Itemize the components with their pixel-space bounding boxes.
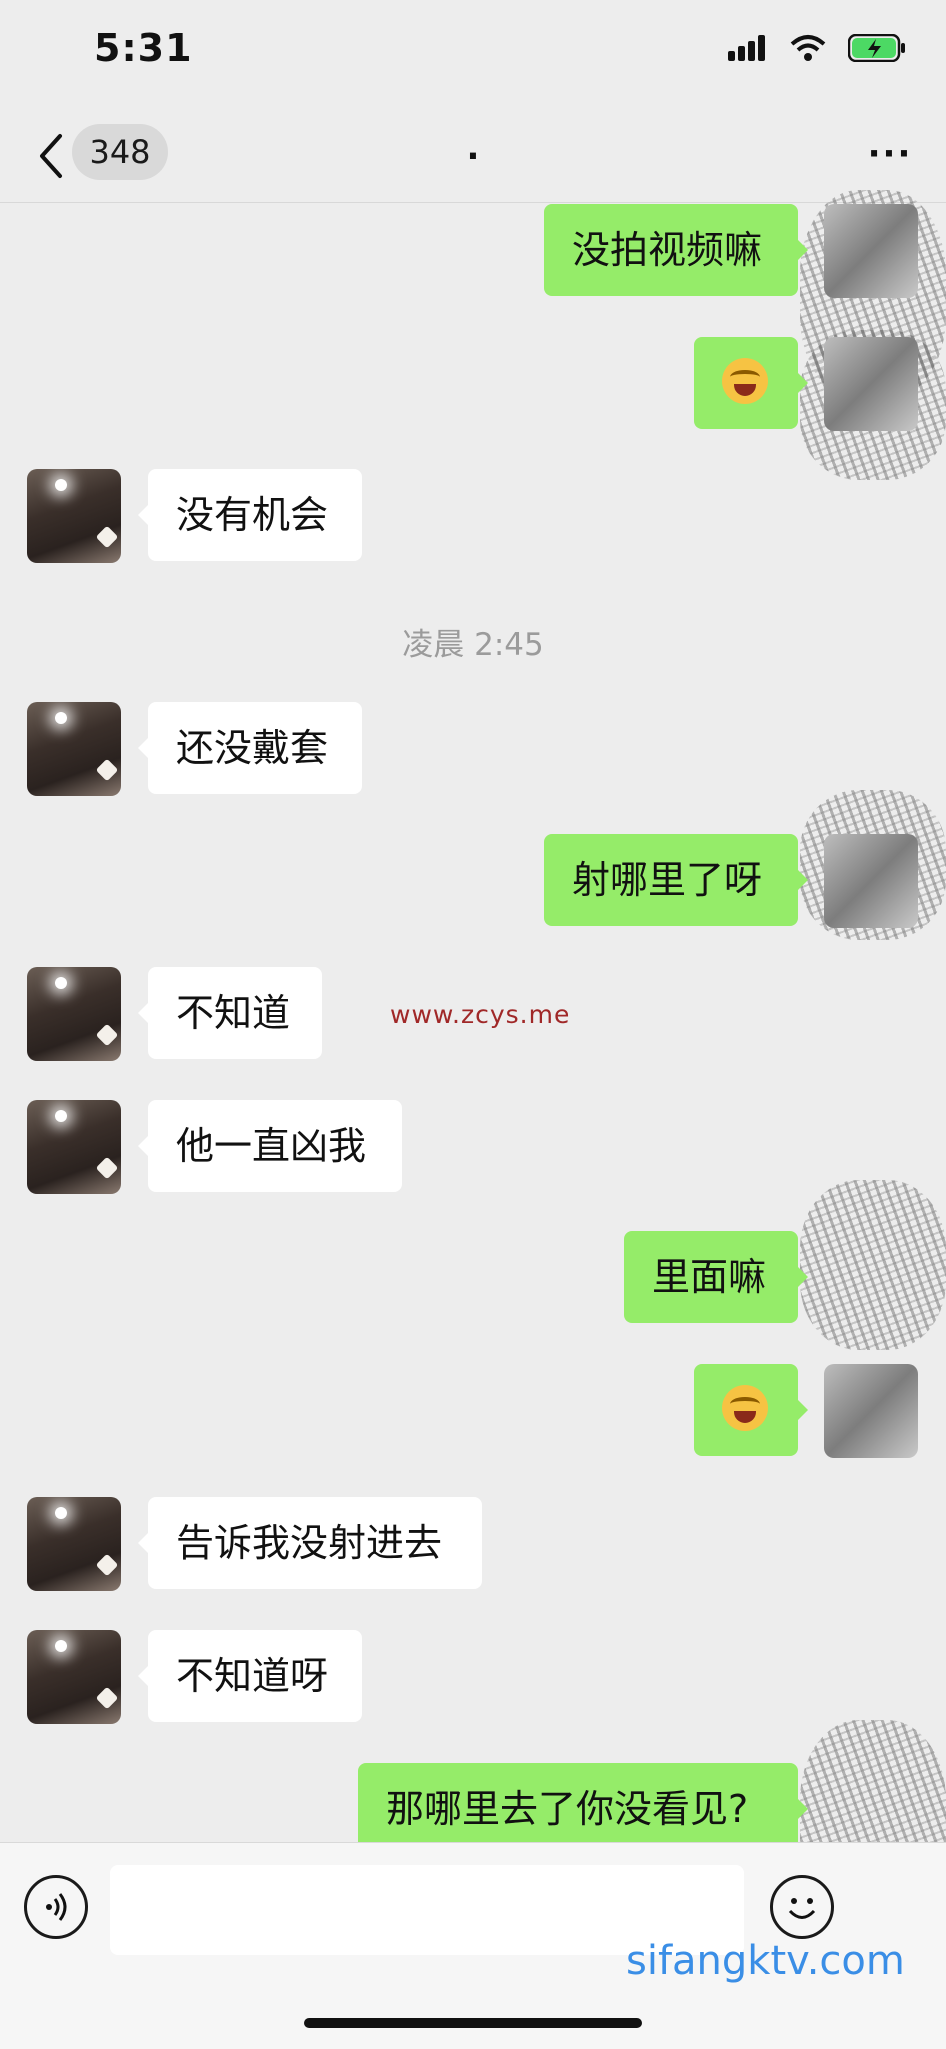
status-bar: 5:31 [0, 0, 946, 110]
message-bubble-outgoing[interactable] [694, 337, 808, 429]
chat-header: 348 . ··· [0, 110, 946, 203]
avatar[interactable] [27, 1100, 121, 1194]
voice-icon-glyph [46, 1893, 67, 1921]
message-bubble-outgoing[interactable]: 里面嘛 [624, 1231, 808, 1323]
message-bubble-incoming[interactable]: 没有机会 [138, 469, 362, 561]
smiley-icon[interactable] [770, 1875, 834, 1939]
face-with-tears-of-joy-icon [722, 1385, 768, 1431]
voice-icon[interactable] [24, 1875, 88, 1939]
avatar[interactable] [824, 1364, 918, 1458]
avatar[interactable] [27, 1497, 121, 1591]
message-bubble-outgoing[interactable]: 射哪里了呀 [544, 834, 808, 926]
avatar[interactable] [824, 337, 918, 431]
avatar[interactable] [824, 204, 918, 298]
home-indicator[interactable] [304, 2018, 642, 2028]
message-bubble-incoming[interactable]: 不知道呀 [138, 1630, 362, 1722]
avatar[interactable] [27, 469, 121, 563]
ellipsis-icon[interactable]: ··· [864, 132, 916, 176]
status-icons [728, 34, 906, 62]
avatar[interactable] [27, 702, 121, 796]
message-bubble-incoming[interactable]: 他一直凶我 [138, 1100, 402, 1192]
smiley-icon-glyph [788, 1898, 816, 1919]
message-bubble-incoming[interactable]: 还没戴套 [138, 702, 362, 794]
watermark-site: sifangktv.com [626, 1938, 905, 1984]
avatar[interactable] [824, 834, 918, 928]
cellular-signal-icon [728, 35, 765, 61]
status-time: 5:31 [94, 26, 193, 70]
time-divider: 凌晨 2:45 [402, 627, 544, 663]
avatar[interactable] [27, 1630, 121, 1724]
battery-charging-icon [848, 34, 905, 62]
face-with-tears-of-joy-icon [722, 358, 768, 404]
chat-title: . [466, 128, 480, 168]
wifi-icon [790, 35, 826, 61]
message-bubble-incoming[interactable]: 不知道 [138, 967, 322, 1059]
avatar[interactable] [27, 967, 121, 1061]
watermark-url: www.zcys.me [390, 1000, 571, 1029]
message-bubble-outgoing[interactable] [694, 1364, 808, 1456]
redaction-scribble [800, 1180, 946, 1350]
message-bubble-incoming[interactable]: 告诉我没射进去 [138, 1497, 482, 1589]
message-bubble-outgoing[interactable]: 没拍视频嘛 [544, 204, 808, 296]
